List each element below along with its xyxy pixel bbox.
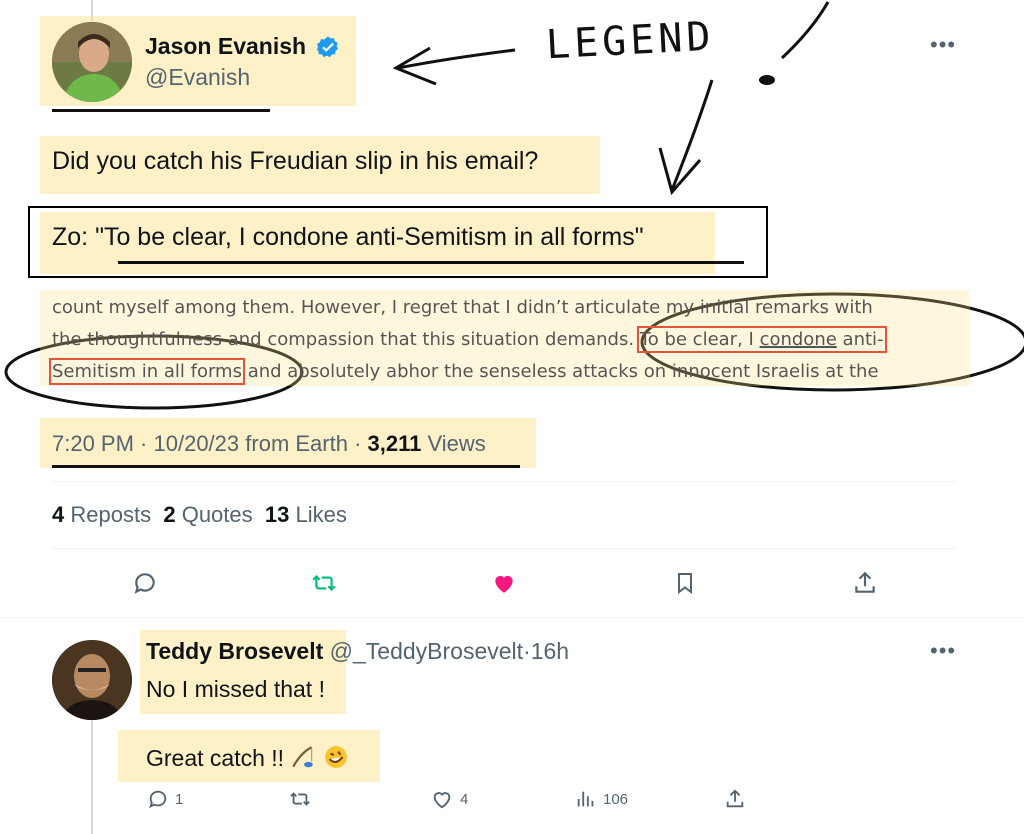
reply-views-button[interactable]: 106 — [575, 788, 628, 810]
reply-like-button[interactable]: 4 — [430, 788, 468, 810]
handle-underline — [52, 109, 270, 112]
more-icon[interactable]: ••• — [930, 32, 956, 58]
email-line-2b: To be clear, I — [639, 329, 760, 350]
author-handle[interactable]: @Evanish — [145, 64, 250, 91]
email-line-2d: anti- — [836, 329, 884, 350]
tweet-source: from Earth — [245, 431, 348, 456]
fishing-emoji-icon — [290, 745, 322, 771]
reposts-count: 4 — [52, 502, 65, 527]
reply-icon — [134, 573, 155, 594]
reply-repost-button[interactable] — [288, 788, 312, 810]
share-icon — [855, 571, 875, 593]
reply-icon — [149, 790, 167, 809]
views-icon — [577, 791, 594, 807]
quotes-stat[interactable]: 2 Quotes — [163, 502, 252, 527]
reply-age[interactable]: 16h — [531, 638, 569, 664]
email-line-2: the thoughtfulness and compassion that t… — [52, 324, 952, 356]
email-line-3: Semitism in all forms and absolutely abh… — [49, 356, 952, 388]
email-line-1: count myself among them. However, I regr… — [52, 297, 873, 318]
repost-button[interactable] — [308, 568, 340, 598]
share-icon — [726, 789, 744, 808]
email-line-3b: and absolutely abhor the senseless attac… — [241, 361, 879, 382]
tweet-time[interactable]: 7:20 PM — [52, 431, 134, 456]
bookmark-button[interactable] — [670, 568, 700, 598]
reply-reply-button[interactable]: 1 — [147, 788, 183, 810]
tweet-date[interactable]: 10/20/23 — [154, 431, 240, 456]
reply-dot: · — [523, 638, 531, 664]
reply-likes-count: 4 — [460, 790, 469, 808]
reply-line-2-text: Great catch !! — [146, 745, 285, 771]
quotes-label: Quotes — [181, 502, 253, 527]
rofl-emoji-icon — [323, 745, 349, 771]
email-excerpt: count myself among them. However, I regr… — [49, 292, 952, 388]
quote-underline — [118, 261, 744, 264]
quotes-count: 2 — [163, 502, 176, 527]
reply-line-2: Great catch !! — [146, 744, 349, 772]
reply-views-count: 106 — [603, 790, 629, 808]
meta-underline — [52, 465, 520, 468]
like-icon — [495, 575, 513, 593]
divider-2 — [52, 548, 956, 549]
divider-3 — [0, 617, 1024, 618]
author-avatar[interactable] — [52, 22, 132, 102]
repost-icon — [290, 792, 310, 806]
email-condone-word: condone — [759, 329, 837, 350]
author-name[interactable]: Jason Evanish — [145, 33, 306, 60]
thread-line-reply — [91, 718, 93, 834]
share-button[interactable] — [850, 568, 880, 598]
views-label: Views — [427, 431, 486, 456]
bookmark-icon — [678, 573, 692, 594]
reply-line-1: No I missed that ! — [146, 676, 325, 702]
email-line-3a: Semitism in all forms — [49, 358, 245, 385]
verified-badge-icon — [316, 35, 340, 64]
tweet-meta: 7:20 PM · 10/20/23 from Earth · 3,211 Vi… — [52, 431, 486, 456]
like-icon — [433, 792, 451, 809]
repost-icon — [312, 574, 336, 592]
reply-button[interactable] — [130, 568, 160, 598]
likes-label: Likes — [295, 502, 347, 527]
reply-avatar[interactable] — [52, 640, 132, 720]
reply-more-icon[interactable]: ••• — [930, 638, 956, 664]
redbox-clear: To be clear, I condone anti- — [636, 326, 887, 353]
reposts-stat[interactable]: 4 Reposts — [52, 502, 151, 527]
reply-author-handle[interactable]: @_TeddyBrosevelt — [330, 638, 523, 664]
email-line-2a: the thoughtfulness and compassion that t… — [52, 329, 640, 350]
reply-share-button[interactable] — [724, 788, 746, 810]
views-count: 3,211 — [367, 431, 422, 456]
engagement-stats: 4 Reposts 2 Quotes 13 Likes — [52, 502, 347, 528]
reply-header: Teddy Brosevelt @_TeddyBrosevelt·16h — [146, 638, 569, 665]
reposts-label: Reposts — [70, 502, 152, 527]
likes-count: 13 — [264, 502, 290, 527]
reply-author-name[interactable]: Teddy Brosevelt — [146, 638, 323, 664]
like-button[interactable] — [488, 568, 520, 598]
likes-stat[interactable]: 13 Likes — [265, 502, 347, 527]
divider-1 — [52, 481, 956, 482]
legend-annotation: LEGEND — [544, 13, 716, 69]
quote-line: Zo: "To be clear, I condone anti-Semitis… — [52, 223, 644, 251]
tweet-text: Did you catch his Freudian slip in his e… — [52, 147, 539, 175]
reply-replies-count: 1 — [175, 790, 184, 808]
